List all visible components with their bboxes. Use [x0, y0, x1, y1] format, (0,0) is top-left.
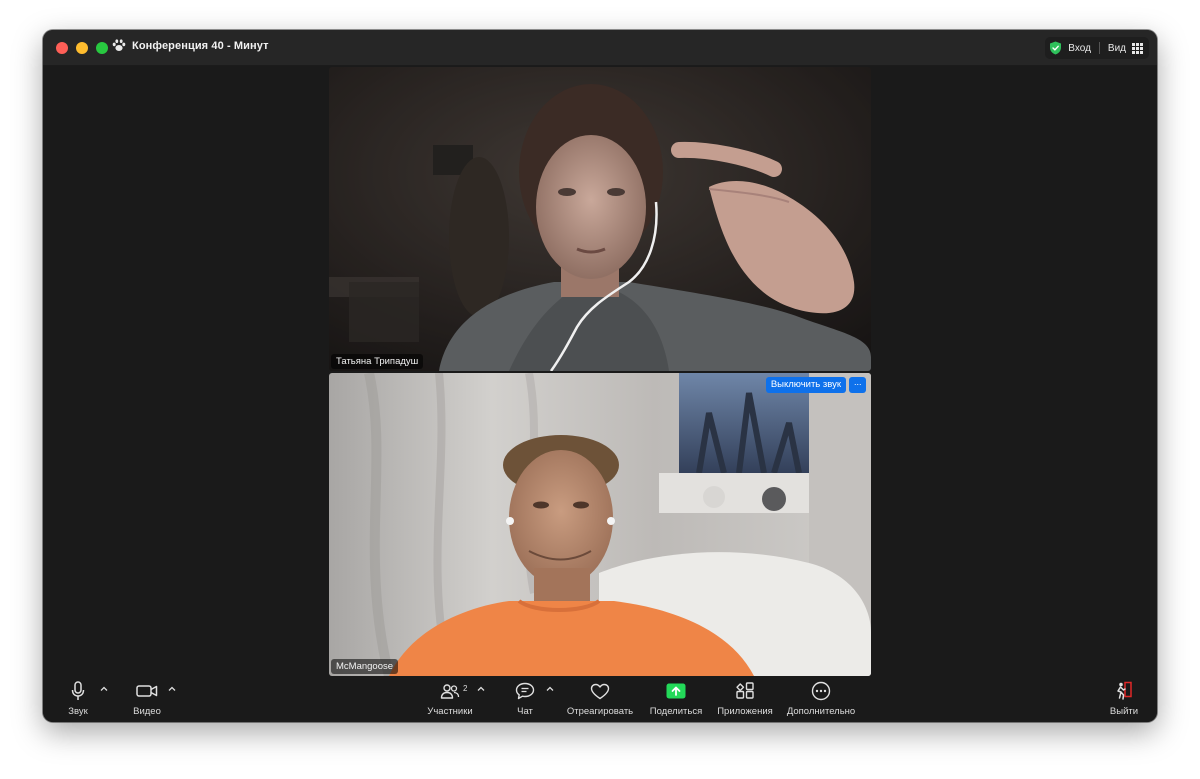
share-screen-button[interactable]: Поделиться	[646, 680, 706, 720]
chevron-up-icon[interactable]	[167, 684, 177, 694]
meeting-title-text: Конференция 40 - Минут	[132, 39, 269, 52]
react-label: Отреагировать	[566, 706, 634, 717]
leave-label: Выйти	[1109, 706, 1139, 717]
participants-button[interactable]: Участники	[424, 680, 476, 720]
apps-label: Приложения	[717, 706, 773, 717]
video-camera-icon	[136, 680, 158, 702]
view-button[interactable]: Вид	[1108, 43, 1126, 54]
chevron-up-icon[interactable]	[476, 684, 486, 694]
chat-button[interactable]: Чат	[514, 680, 536, 720]
chevron-up-icon[interactable]	[545, 684, 555, 694]
share-screen-icon	[666, 680, 686, 702]
title-bar: Конференция 40 - Минут Вход Вид	[43, 30, 1157, 66]
chevron-up-icon[interactable]	[99, 684, 109, 694]
divider	[1098, 42, 1100, 54]
paw-icon	[112, 39, 126, 51]
more-button[interactable]: Дополнительно	[784, 680, 858, 720]
audio-label: Звук	[68, 706, 88, 717]
video-tile-mcmangoose[interactable]: Выключить звук ··· McMangoose	[329, 373, 871, 676]
participant-more-button[interactable]: ···	[849, 377, 866, 393]
participants-label: Участники	[427, 706, 473, 717]
minimize-window-button[interactable]	[76, 42, 88, 54]
grid-view-icon[interactable]	[1132, 42, 1143, 54]
apps-button[interactable]: Приложения	[714, 680, 776, 720]
apps-icon	[735, 680, 755, 702]
react-button[interactable]: Отреагировать	[564, 680, 636, 720]
login-button[interactable]: Вход	[1068, 43, 1091, 54]
heart-icon	[590, 680, 610, 702]
participants-icon	[440, 680, 460, 702]
video-button[interactable]: Видео	[129, 680, 165, 720]
video-tile-tatiana[interactable]: Татьяна Трипадуш	[329, 67, 871, 371]
leave-button[interactable]: Выйти	[1107, 680, 1141, 720]
close-window-button[interactable]	[56, 42, 68, 54]
audio-button[interactable]: Звук	[66, 680, 90, 720]
participants-count-badge: 2	[463, 684, 468, 693]
participant-name-label: McMangoose	[331, 659, 399, 674]
more-label: Дополнительно	[786, 706, 856, 717]
meeting-toolbar: Звук Видео Участники 2 Чат Отреагировать…	[43, 676, 1157, 722]
participant-video-feed	[329, 67, 871, 371]
microphone-icon	[71, 680, 85, 702]
participant-video-feed	[329, 373, 871, 676]
zoom-window: Конференция 40 - Минут Вход Вид Татьяна …	[43, 30, 1157, 722]
more-icon	[811, 680, 831, 702]
video-stage: Татьяна Трипадуш Выключить звук ··· McMa…	[43, 66, 1157, 676]
maximize-window-button[interactable]	[96, 42, 108, 54]
mute-participant-button[interactable]: Выключить звук	[765, 377, 846, 393]
chat-icon	[515, 680, 535, 702]
title-bar-actions: Вход Вид	[1045, 37, 1149, 59]
participant-name-label: Татьяна Трипадуш	[331, 354, 424, 369]
meeting-title: Конференция 40 - Минут	[112, 39, 269, 52]
shield-icon[interactable]	[1049, 41, 1062, 55]
window-controls	[56, 42, 108, 54]
leave-icon	[1114, 680, 1134, 702]
chat-label: Чат	[517, 706, 533, 717]
video-label: Видео	[133, 706, 161, 717]
share-label: Поделиться	[649, 706, 703, 717]
